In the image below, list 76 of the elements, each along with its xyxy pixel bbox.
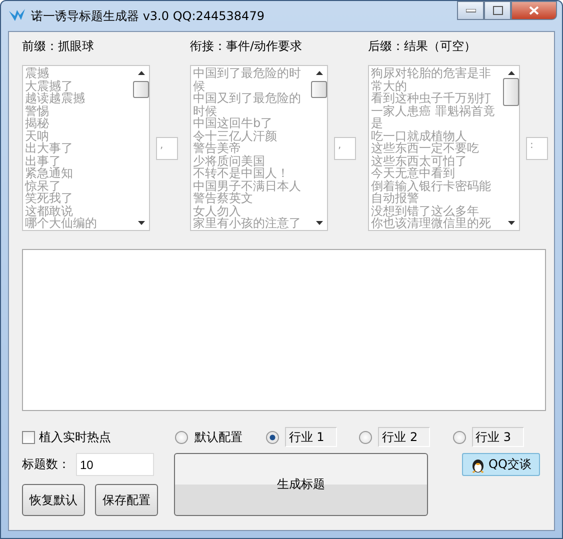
preset-field[interactable]: 行业 3 bbox=[472, 427, 524, 447]
list-item[interactable]: 中国又到了最危险的时候 bbox=[193, 92, 309, 117]
checkbox-label: 植入实时热点 bbox=[39, 428, 111, 446]
minimize-icon bbox=[466, 8, 476, 12]
list-item[interactable]: 倒着输入银行卡密码能自动报警 bbox=[371, 180, 501, 204]
list-item[interactable]: 出大事了 bbox=[25, 142, 131, 154]
radio-button[interactable] bbox=[359, 430, 372, 444]
list-item[interactable]: 惊呆了 bbox=[25, 180, 131, 192]
list-item[interactable]: 越读越震撼 bbox=[25, 92, 131, 104]
list-item[interactable]: 紧急通知 bbox=[25, 167, 131, 180]
scroll-thumb[interactable] bbox=[133, 81, 149, 98]
list-item[interactable]: 震撼 bbox=[25, 67, 131, 80]
down-arrow-icon bbox=[316, 221, 322, 225]
down-arrow-icon bbox=[138, 221, 144, 225]
list-item[interactable]: 不转不是中国人！ bbox=[193, 167, 309, 180]
list-label: 衔接：事件/动作要求 bbox=[190, 38, 304, 54]
list-item[interactable]: 狗尿对轮胎的危害是非常大的 bbox=[371, 67, 501, 92]
up-arrow-icon bbox=[508, 71, 514, 75]
list-item[interactable]: 出事了 bbox=[25, 154, 131, 167]
close-icon bbox=[529, 6, 539, 15]
list-item[interactable]: 今天无意中看到 bbox=[371, 167, 501, 180]
close-button[interactable] bbox=[511, 1, 557, 20]
window-title: 诺一诱导标题生成器 v3.0 QQ:244538479 bbox=[31, 8, 264, 24]
list-label: 前缀：抓眼球 bbox=[22, 38, 95, 54]
radio-label: 默认配置 bbox=[194, 428, 242, 446]
list-item[interactable]: 天呐 bbox=[25, 130, 131, 142]
up-arrow-icon bbox=[138, 71, 144, 75]
list-item[interactable]: 警告蔡英文 bbox=[193, 192, 309, 204]
maximize-icon bbox=[492, 6, 502, 15]
list-item[interactable]: 警告美帝 bbox=[193, 142, 309, 154]
radio-button[interactable] bbox=[266, 430, 279, 444]
minimize-button[interactable] bbox=[457, 1, 484, 20]
list-item[interactable]: 笑死我了 bbox=[25, 192, 131, 204]
down-arrow-icon bbox=[508, 221, 514, 225]
separator-field[interactable]: , bbox=[156, 136, 178, 160]
up-arrow-icon bbox=[316, 71, 322, 75]
maximize-button[interactable] bbox=[484, 1, 511, 20]
list-item[interactable]: 这些东西一定不要吃 bbox=[371, 142, 501, 154]
radio-button[interactable] bbox=[452, 430, 466, 444]
separator-field[interactable]: : bbox=[526, 136, 548, 160]
list-item[interactable]: 没想到错了这么多年 bbox=[371, 204, 501, 217]
qq-chat-button[interactable]: QQ交谈 bbox=[462, 453, 540, 476]
list-item[interactable]: 这些东西太可怕了 bbox=[371, 154, 501, 167]
list-item[interactable]: 大震撼了 bbox=[25, 80, 131, 92]
checkbox[interactable] bbox=[22, 430, 35, 444]
count-field[interactable]: 10 bbox=[76, 453, 154, 476]
list-item[interactable]: 令十三亿人汗颜 bbox=[193, 130, 309, 142]
phrase-list[interactable]: 震撼 大震撼了 越读越震撼 警惕 揭秘 天呐 出大事了 出事了 紧急通知 惊呆了 笑死我了 这都敢说 哪个大仙编的 bbox=[22, 65, 150, 231]
scroll-thumb[interactable] bbox=[311, 81, 327, 98]
separator-field[interactable]: , bbox=[334, 136, 356, 160]
list-item[interactable]: 这都敢说 bbox=[25, 204, 131, 217]
penguin-icon bbox=[470, 456, 485, 472]
list-item[interactable]: 揭秘 bbox=[25, 117, 131, 130]
list-item[interactable]: 女人勿入 bbox=[193, 204, 309, 217]
list-item[interactable]: 中国到了最危险的时候 bbox=[193, 67, 309, 92]
list-item[interactable]: 看到这种虫子千万别打 bbox=[371, 92, 501, 104]
radio-button[interactable] bbox=[175, 430, 188, 444]
count-label: 标题数： bbox=[22, 456, 70, 473]
list-item[interactable]: 少将质问美国 bbox=[193, 154, 309, 167]
generate-button[interactable]: 生成标题 bbox=[174, 453, 428, 516]
list-item[interactable]: 中国男子不满日本人 bbox=[193, 180, 309, 192]
list-item[interactable]: 吃一口就成植物人 bbox=[371, 130, 501, 142]
list-item[interactable]: 家里有小孩的注意了 bbox=[193, 217, 309, 230]
preset-field[interactable]: 行业 1 bbox=[284, 427, 337, 447]
action-button[interactable]: 恢复默认 bbox=[22, 484, 85, 516]
phrase-list[interactable]: 狗尿对轮胎的危害是非常大的 看到这种虫子千万别打 一家人患癌 罪魁祸首竟是 吃一口就成植物人 这些东西一定不要吃 这些东西太可怕了 今天无意中看到 倒着输入银行卡密码能自动报警 没想到错了这么多年 你也该清理微信里的死 bbox=[368, 65, 520, 231]
list-label: 后缀：结果（可空） bbox=[368, 38, 477, 54]
list-item[interactable]: 哪个大仙编的 bbox=[25, 217, 131, 230]
list-item[interactable]: 你也该清理微信里的死 bbox=[371, 217, 501, 230]
preset-field[interactable]: 行业 2 bbox=[378, 427, 430, 447]
action-button[interactable]: 保存配置 bbox=[95, 484, 158, 516]
scroll-thumb[interactable] bbox=[503, 78, 519, 106]
phrase-list[interactable]: 中国到了最危险的时候 中国又到了最危险的时候 中国这回牛b了 令十三亿人汗颜 警告美帝 少将质问美国 不转不是中国人！ 中国男子不满日本人 警告蔡英文 女人勿入 家里有小孩的注意了 bbox=[190, 65, 328, 231]
list-item[interactable]: 中国这回牛b了 bbox=[193, 117, 309, 130]
list-item[interactable]: 警惕 bbox=[25, 104, 131, 117]
list-item[interactable]: 一家人患癌 罪魁祸首竟是 bbox=[371, 104, 501, 130]
